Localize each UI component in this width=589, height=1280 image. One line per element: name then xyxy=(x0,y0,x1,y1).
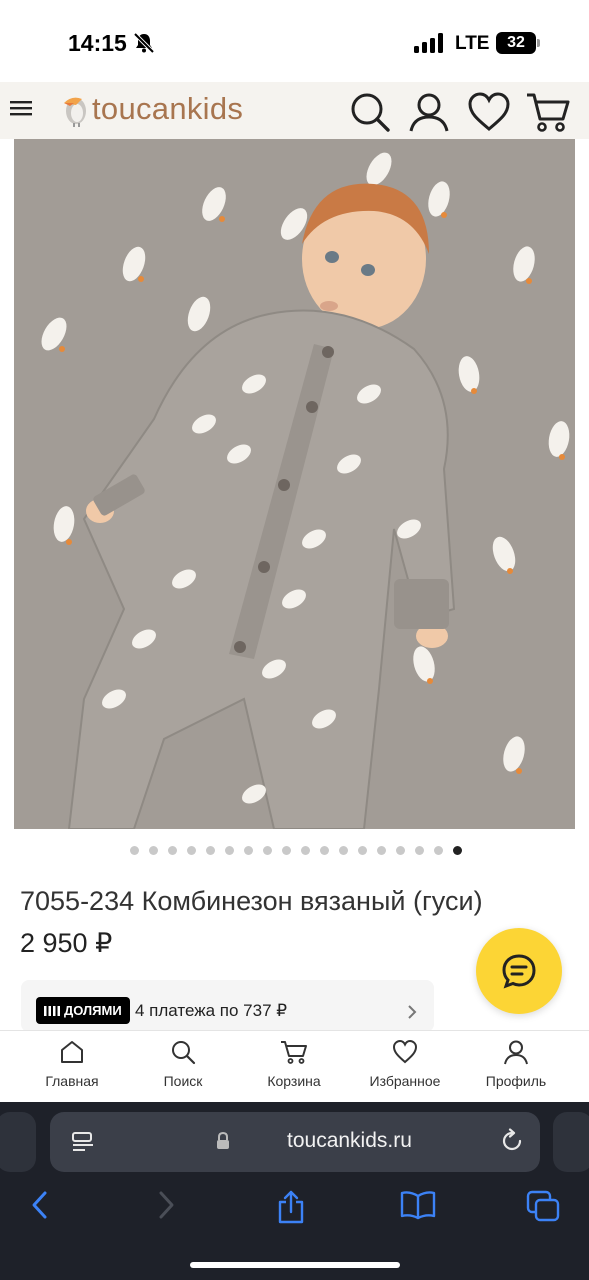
back-icon[interactable] xyxy=(30,1190,50,1220)
browser-toolbar: toucankids.ru xyxy=(0,1102,589,1280)
carousel-dot[interactable] xyxy=(396,846,405,855)
next-tab-preview[interactable] xyxy=(553,1112,589,1172)
bottom-tab-bar: Главная Поиск Корзина Избранное Профиль xyxy=(0,1030,589,1102)
menu-icon[interactable] xyxy=(10,99,32,117)
profile-icon xyxy=(504,1040,528,1065)
site-logo[interactable]: toucankids xyxy=(62,91,243,127)
logo-text: toucankids xyxy=(92,91,244,126)
tab-label: Профиль xyxy=(485,1073,547,1089)
product-title: 7055-234 Комбинезон вязаный (гуси) xyxy=(20,886,483,916)
carousel-dot[interactable] xyxy=(282,846,291,855)
carousel-dot[interactable] xyxy=(130,846,139,855)
home-indicator xyxy=(190,1262,400,1268)
carousel-dot[interactable] xyxy=(339,846,348,855)
home-icon xyxy=(61,1041,83,1063)
carousel-dot[interactable] xyxy=(187,846,196,855)
carousel-dot[interactable] xyxy=(263,846,272,855)
tab-favorites[interactable]: Избранное xyxy=(350,1039,460,1089)
tab-search[interactable]: Поиск xyxy=(128,1039,238,1089)
toucan-logo-icon xyxy=(64,97,86,127)
chat-button[interactable] xyxy=(476,928,562,1014)
product-price: 2 950 ₽ xyxy=(20,928,113,958)
status-bar: 14:15 LTE 32 xyxy=(0,0,589,82)
search-icon[interactable] xyxy=(349,91,391,133)
previous-tab-preview[interactable] xyxy=(0,1112,36,1172)
carousel-dot[interactable] xyxy=(149,846,158,855)
carousel-dot[interactable] xyxy=(244,846,253,855)
product-photo[interactable] xyxy=(14,139,575,829)
status-time: 14:15 xyxy=(68,30,127,56)
carousel-dot[interactable] xyxy=(206,846,215,855)
tab-label: Главная xyxy=(45,1073,99,1089)
tab-home[interactable]: Главная xyxy=(17,1039,127,1089)
installment-text: 4 платежа по 737 ₽ xyxy=(135,1001,288,1020)
carousel-dot[interactable] xyxy=(415,846,424,855)
bell-muted-icon xyxy=(133,32,155,54)
carousel-dot[interactable] xyxy=(377,846,386,855)
search-icon xyxy=(172,1041,196,1065)
bookmarks-icon[interactable] xyxy=(400,1190,436,1220)
tab-label: Корзина xyxy=(267,1073,321,1089)
profile-icon[interactable] xyxy=(408,91,450,133)
battery-cap xyxy=(537,39,540,47)
carousel-dot[interactable] xyxy=(301,846,310,855)
share-icon[interactable] xyxy=(276,1190,306,1224)
installment-card[interactable]: ДОЛЯМИ 4 платежа по 737 ₽ xyxy=(21,980,434,1032)
cart-icon[interactable] xyxy=(525,91,571,133)
reload-icon[interactable] xyxy=(499,1128,525,1154)
tabs-icon[interactable] xyxy=(526,1190,560,1222)
chat-icon xyxy=(502,954,536,989)
carousel-dot[interactable] xyxy=(225,846,234,855)
dolyami-label: ДОЛЯМИ xyxy=(64,1003,122,1018)
carousel-dots[interactable] xyxy=(130,846,462,855)
dolyami-badge: ДОЛЯМИ xyxy=(36,997,130,1024)
carousel-dot[interactable] xyxy=(453,846,462,855)
site-header: toucankids xyxy=(0,82,589,139)
address-bar[interactable]: toucankids.ru xyxy=(50,1112,540,1172)
carousel-dot[interactable] xyxy=(168,846,177,855)
network-label: LTE xyxy=(455,33,490,54)
carousel-dot[interactable] xyxy=(358,846,367,855)
carousel-dot[interactable] xyxy=(434,846,443,855)
tab-label: Избранное xyxy=(369,1073,441,1089)
signal-icon xyxy=(414,33,446,53)
page-menu-icon[interactable] xyxy=(71,1131,95,1153)
battery-icon: 32 xyxy=(496,32,536,54)
chevron-right-icon xyxy=(407,1004,417,1020)
tab-cart[interactable]: Корзина xyxy=(239,1039,349,1089)
carousel-dot[interactable] xyxy=(320,846,329,855)
url-text: toucankids.ru xyxy=(287,1129,412,1152)
heart-icon xyxy=(392,1039,418,1064)
tab-label: Поиск xyxy=(163,1073,203,1089)
heart-icon[interactable] xyxy=(467,91,511,133)
forward-icon[interactable] xyxy=(156,1190,176,1220)
lock-icon xyxy=(216,1132,230,1150)
cart-icon xyxy=(281,1041,307,1064)
tab-profile[interactable]: Профиль xyxy=(461,1039,571,1089)
dolyami-logo-icon xyxy=(44,1005,60,1016)
